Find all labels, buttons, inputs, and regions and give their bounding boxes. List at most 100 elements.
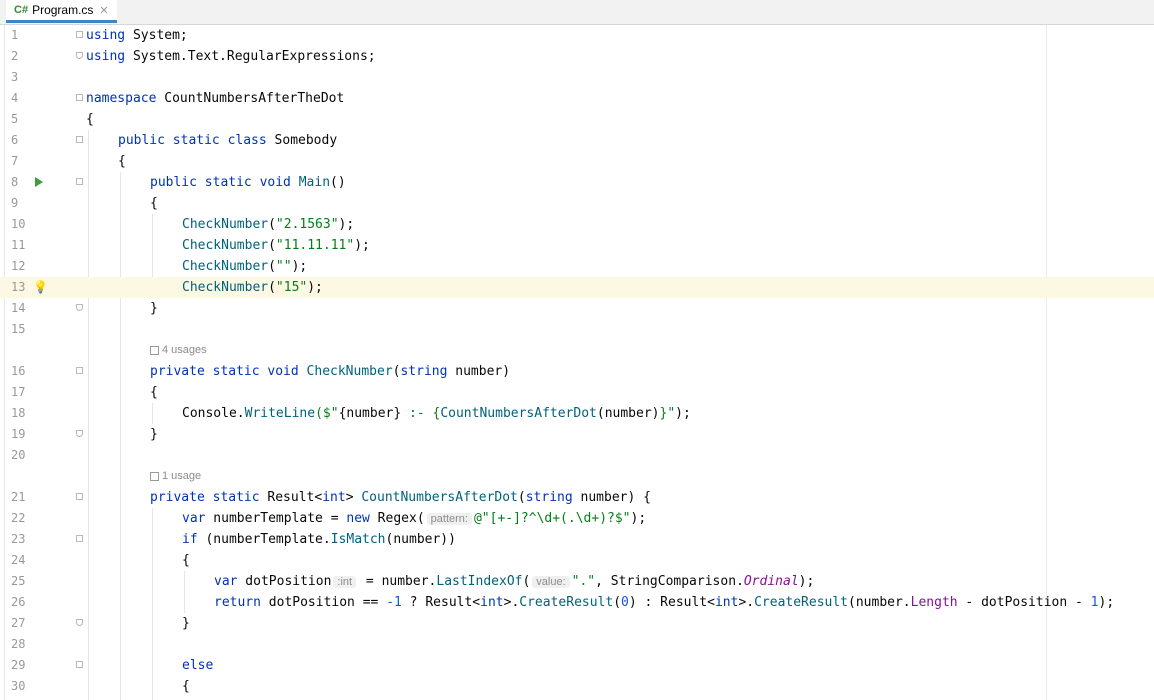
code-text: namespace CountNumbersAfterTheDot xyxy=(86,91,345,106)
code-text: if (numberTemplate.IsMatch(number)) xyxy=(182,532,456,547)
code-text: public static void Main() xyxy=(150,175,346,190)
tab-label: Program.cs xyxy=(32,3,94,17)
line-number: 9 xyxy=(11,196,19,210)
code-line[interactable]: 10 CheckNumber("2.1563"); xyxy=(0,214,1154,235)
code-text: public static class Somebody xyxy=(118,133,338,148)
fold-marker[interactable] xyxy=(76,136,83,143)
code-line[interactable]: 1 using System; xyxy=(0,25,1154,46)
code-text: var numberTemplate = new Regex(pattern: @… xyxy=(182,511,647,526)
code-line[interactable]: 24 { xyxy=(0,550,1154,571)
code-line-current[interactable]: 13 💡 CheckNumber("15"); xyxy=(0,277,1154,298)
code-line[interactable]: 6 public static class Somebody xyxy=(0,130,1154,151)
code-line[interactable]: 23 if (numberTemplate.IsMatch(number)) xyxy=(0,529,1154,550)
usages-link[interactable]: 1 usage xyxy=(150,470,201,482)
code-text: Console.WriteLine($"{number} :- {CountNu… xyxy=(182,406,691,421)
code-line[interactable]: 11 CheckNumber("11.11.11"); xyxy=(0,235,1154,256)
line-number: 5 xyxy=(11,112,19,126)
code-text: var dotPosition:int = number.LastIndexOf… xyxy=(214,574,815,589)
line-number: 2 xyxy=(11,49,19,63)
line-number: 19 xyxy=(11,427,26,441)
fold-marker[interactable] xyxy=(76,304,83,311)
code-text: CheckNumber("2.1563"); xyxy=(182,217,355,232)
fold-marker[interactable] xyxy=(76,535,83,542)
parameter-hint: pattern: xyxy=(426,513,472,525)
close-icon[interactable]: ✕ xyxy=(99,4,108,17)
code-line[interactable]: 9 { xyxy=(0,193,1154,214)
code-text: { xyxy=(182,679,190,694)
code-line[interactable]: 4 namespace CountNumbersAfterTheDot xyxy=(0,88,1154,109)
tab-program-cs[interactable]: C# Program.cs ✕ xyxy=(6,0,117,23)
code-text: CheckNumber("11.11.11"); xyxy=(182,238,370,253)
line-number: 26 xyxy=(11,595,26,609)
fold-marker[interactable] xyxy=(76,94,83,101)
fold-marker[interactable] xyxy=(76,52,83,59)
line-number: 15 xyxy=(11,322,26,336)
line-number: 11 xyxy=(11,238,26,252)
fold-marker[interactable] xyxy=(76,31,83,38)
usages-link[interactable]: 4 usages xyxy=(150,344,207,356)
fold-marker[interactable] xyxy=(76,178,83,185)
parameter-hint: value: xyxy=(532,576,570,588)
code-line[interactable]: 20 xyxy=(0,445,1154,466)
line-number: 10 xyxy=(11,217,26,231)
code-text: using System.Text.RegularExpressions; xyxy=(86,49,376,64)
lightbulb-icon[interactable]: 💡 xyxy=(33,280,48,294)
line-number: 29 xyxy=(11,658,26,672)
code-line[interactable]: 27 } xyxy=(0,613,1154,634)
code-line[interactable]: 19 } xyxy=(0,424,1154,445)
code-line[interactable]: 25 var dotPosition:int = number.LastInde… xyxy=(0,571,1154,592)
line-number: 17 xyxy=(11,385,26,399)
code-text: } xyxy=(150,301,158,316)
line-number: 25 xyxy=(11,574,26,588)
editor-tab-bar: C# Program.cs ✕ xyxy=(0,0,1154,25)
code-text: { xyxy=(86,112,94,127)
line-number: 1 xyxy=(11,28,19,42)
line-number: 14 xyxy=(11,301,26,315)
code-line[interactable]: 15 xyxy=(0,319,1154,340)
code-line[interactable]: 7 { xyxy=(0,151,1154,172)
usages-hint-row: 4 usages xyxy=(0,341,1154,362)
code-line[interactable]: 21 private static Result<int> CountNumbe… xyxy=(0,487,1154,508)
code-line[interactable]: 2 using System.Text.RegularExpressions; xyxy=(0,46,1154,67)
usages-icon xyxy=(150,345,159,355)
code-line[interactable]: 16 private static void CheckNumber(strin… xyxy=(0,361,1154,382)
code-line[interactable]: 18 Console.WriteLine($"{number} :- {Coun… xyxy=(0,403,1154,424)
line-number: 3 xyxy=(11,70,19,84)
code-line[interactable]: 26 return dotPosition == -1 ? Result<int… xyxy=(0,592,1154,613)
code-line[interactable]: 17 { xyxy=(0,382,1154,403)
line-number: 28 xyxy=(11,637,26,651)
code-line[interactable]: 22 var numberTemplate = new Regex(patter… xyxy=(0,508,1154,529)
line-number: 21 xyxy=(11,490,26,504)
code-line[interactable]: 28 xyxy=(0,634,1154,655)
line-number: 6 xyxy=(11,133,19,147)
fold-marker[interactable] xyxy=(76,619,83,626)
code-line[interactable]: 5 { xyxy=(0,109,1154,130)
line-number: 22 xyxy=(11,511,26,525)
line-number: 24 xyxy=(11,553,26,567)
line-number: 20 xyxy=(11,448,26,462)
code-text: private static void CheckNumber(string n… xyxy=(150,364,511,379)
line-number: 4 xyxy=(11,91,19,105)
fold-marker[interactable] xyxy=(76,367,83,374)
code-text: { xyxy=(150,385,158,400)
line-number: 16 xyxy=(11,364,26,378)
code-text: CheckNumber("15"); xyxy=(182,280,323,295)
fold-marker[interactable] xyxy=(76,430,83,437)
code-line[interactable]: 12 CheckNumber(""); xyxy=(0,256,1154,277)
code-editor[interactable]: 1 using System; 2 using System.Text.Regu… xyxy=(0,25,1154,700)
line-number: 12 xyxy=(11,259,26,273)
code-line[interactable]: 3 xyxy=(0,67,1154,88)
line-number: 27 xyxy=(11,616,26,630)
code-line[interactable]: 30 { xyxy=(0,676,1154,697)
code-text: } xyxy=(150,427,158,442)
code-line[interactable]: 8 public static void Main() xyxy=(0,172,1154,193)
run-icon[interactable] xyxy=(35,177,43,187)
code-line[interactable]: 14 } xyxy=(0,298,1154,319)
usages-hint-row: 1 usage xyxy=(0,467,1154,488)
code-text: { xyxy=(118,154,126,169)
code-line[interactable]: 29 else xyxy=(0,655,1154,676)
usages-icon xyxy=(150,471,159,481)
fold-marker[interactable] xyxy=(76,493,83,500)
code-text: CheckNumber(""); xyxy=(182,259,308,274)
fold-marker[interactable] xyxy=(76,661,83,668)
